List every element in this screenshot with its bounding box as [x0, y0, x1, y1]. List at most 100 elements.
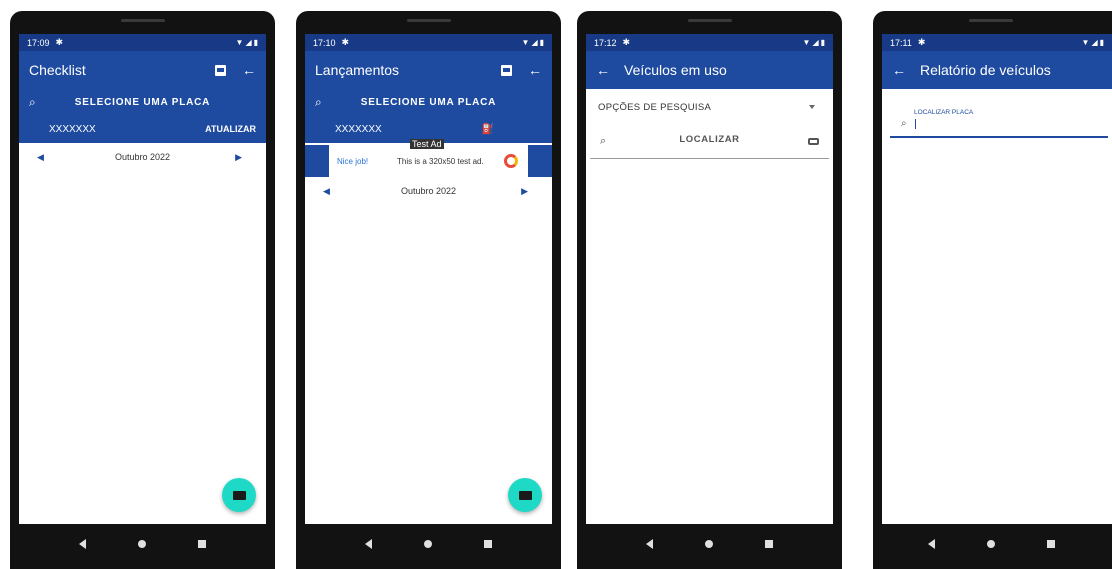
envelope-icon: [232, 490, 246, 500]
fuel-pump-icon[interactable]: ⛽: [482, 124, 494, 135]
plate-search-input[interactable]: LOCALIZAR PLACA ⌕: [890, 107, 1108, 138]
page-title: Lançamentos: [315, 62, 400, 78]
nav-back-icon[interactable]: [928, 539, 935, 549]
screen: 17:12 ✱ ▼ ◢ ▮ ← Veículos em uso OPÇÕES D…: [586, 34, 833, 524]
back-arrow-icon[interactable]: ←: [242, 63, 256, 77]
system-nav-bar: [10, 529, 275, 559]
back-arrow-icon[interactable]: ←: [528, 63, 542, 77]
battery-icon: ▮: [820, 38, 825, 47]
status-time: 17:10: [313, 37, 336, 48]
month-label: Outubro 2022: [400, 186, 457, 196]
locate-field[interactable]: ⌕ LOCALIZAR: [590, 125, 829, 159]
nav-recents-icon[interactable]: [198, 540, 206, 548]
speaker-grille: [969, 19, 1013, 22]
page-title: Veículos em uso: [624, 62, 727, 78]
search-options-dropdown[interactable]: OPÇÕES DE PESQUISA: [586, 89, 833, 125]
system-nav-bar: [577, 529, 842, 559]
search-options-label[interactable]: OPÇÕES DE PESQUISA: [598, 102, 711, 113]
phone-veiculos-em-uso: 17:12 ✱ ▼ ◢ ▮ ← Veículos em uso OPÇÕES D…: [577, 11, 842, 569]
app-bar: ← Veículos em uso: [586, 51, 833, 89]
battery-icon: ▮: [539, 38, 544, 47]
next-month-icon[interactable]: ▶: [235, 152, 242, 163]
next-month-icon[interactable]: ▶: [521, 186, 528, 197]
signal-icon: ◢: [812, 38, 819, 47]
page-title: Relatório de veículos: [920, 62, 1051, 78]
nav-recents-icon[interactable]: [1047, 540, 1055, 548]
page-title: Checklist: [29, 62, 86, 78]
pdf-icon[interactable]: [215, 64, 226, 76]
month-selector: ◀ Outubro 2022 ▶: [19, 143, 266, 171]
screen: 17:11 ✱ ▼ ◢ ▮ ← Relatório de veículos LO…: [882, 34, 1112, 524]
signal-icon: ◢: [1091, 38, 1098, 47]
system-nav-bar: [296, 529, 561, 559]
text-cursor: [915, 119, 916, 129]
nav-home-icon[interactable]: [424, 540, 432, 548]
nav-recents-icon[interactable]: [484, 540, 492, 548]
signal-icon: ◢: [245, 38, 252, 47]
status-bar: 17:12 ✱ ▼ ◢ ▮: [586, 34, 833, 51]
app-bar: Lançamentos ←: [305, 51, 552, 89]
previous-month-icon[interactable]: ◀: [37, 152, 44, 163]
screen: 17:10 ✱ ▼ ◢ ▮ Lançamentos ← ⌕ SELECIONE …: [305, 34, 552, 524]
phone-lancamentos: 17:10 ✱ ▼ ◢ ▮ Lançamentos ← ⌕ SELECIONE …: [296, 11, 561, 569]
settings-gear-icon: ✱: [341, 37, 350, 47]
speaker-grille: [406, 19, 451, 22]
select-plate-bar[interactable]: ⌕ SELECIONE UMA PLACA: [305, 89, 552, 115]
pdf-icon[interactable]: [501, 64, 512, 76]
status-bar: 17:10 ✱ ▼ ◢ ▮: [305, 34, 552, 51]
screenshot-stage: 17:09 ✱ ▼ ◢ ▮ Checklist ← ⌕ SELECIONE UM…: [0, 0, 1112, 569]
nav-back-icon[interactable]: [646, 539, 653, 549]
screen: 17:09 ✱ ▼ ◢ ▮ Checklist ← ⌕ SELECIONE UM…: [19, 34, 266, 524]
chevron-down-icon[interactable]: [809, 105, 815, 109]
update-button[interactable]: ATUALIZAR: [205, 124, 256, 134]
status-bar: 17:09 ✱ ▼ ◢ ▮: [19, 34, 266, 51]
previous-month-icon[interactable]: ◀: [323, 186, 330, 197]
plate-bar: XXXXXXX ATUALIZAR: [19, 115, 266, 143]
select-plate-label[interactable]: SELECIONE UMA PLACA: [305, 97, 552, 108]
wifi-icon: ▼: [1081, 38, 1090, 47]
back-arrow-icon[interactable]: ←: [892, 63, 920, 77]
plate-value: XXXXXXX: [335, 123, 382, 135]
nav-back-icon[interactable]: [79, 539, 86, 549]
status-time: 17:12: [594, 37, 617, 48]
signal-icon: ◢: [531, 38, 538, 47]
app-bar: Checklist ←: [19, 51, 266, 89]
nav-back-icon[interactable]: [365, 539, 372, 549]
ad-content[interactable]: Nice job! This is a 320x50 test ad.: [329, 145, 528, 177]
select-plate-label[interactable]: SELECIONE UMA PLACA: [19, 97, 266, 108]
settings-gear-icon: ✱: [622, 37, 631, 47]
nav-home-icon[interactable]: [138, 540, 146, 548]
status-bar: 17:11 ✱ ▼ ◢ ▮: [882, 34, 1112, 51]
back-arrow-icon[interactable]: ←: [596, 63, 624, 77]
ad-text: This is a 320x50 test ad.: [397, 156, 484, 166]
app-bar: ← Relatório de veículos: [882, 51, 1112, 89]
message-fab-button[interactable]: [508, 478, 542, 512]
nav-recents-icon[interactable]: [765, 540, 773, 548]
envelope-icon: [518, 490, 532, 500]
settings-gear-icon: ✱: [917, 37, 926, 47]
status-time: 17:09: [27, 37, 50, 48]
battery-icon: ▮: [253, 38, 258, 47]
month-label: Outubro 2022: [114, 152, 171, 162]
system-nav-bar: [873, 529, 1112, 559]
test-ad-tag: Test Ad: [410, 139, 444, 149]
wifi-icon: ▼: [235, 38, 244, 47]
search-icon: ⌕: [901, 118, 907, 129]
nav-home-icon[interactable]: [987, 540, 995, 548]
select-plate-bar[interactable]: ⌕ SELECIONE UMA PLACA: [19, 89, 266, 115]
locate-label[interactable]: LOCALIZAR: [590, 134, 829, 145]
speaker-grille: [687, 19, 732, 22]
car-icon[interactable]: [808, 138, 819, 145]
settings-gear-icon: ✱: [55, 37, 64, 47]
ad-nice-label: Nice job!: [337, 156, 369, 166]
month-selector: ◀ Outubro 2022 ▶: [305, 177, 552, 205]
nav-home-icon[interactable]: [705, 540, 713, 548]
speaker-grille: [120, 19, 165, 22]
status-time: 17:11: [890, 37, 912, 48]
phone-checklist: 17:09 ✱ ▼ ◢ ▮ Checklist ← ⌕ SELECIONE UM…: [10, 11, 275, 569]
ad-banner[interactable]: Nice job! This is a 320x50 test ad. Test…: [305, 139, 552, 177]
plate-field-label: LOCALIZAR PLACA: [914, 109, 974, 116]
ad-logo-icon: [504, 154, 518, 168]
battery-icon: ▮: [1099, 38, 1104, 47]
message-fab-button[interactable]: [222, 478, 256, 512]
